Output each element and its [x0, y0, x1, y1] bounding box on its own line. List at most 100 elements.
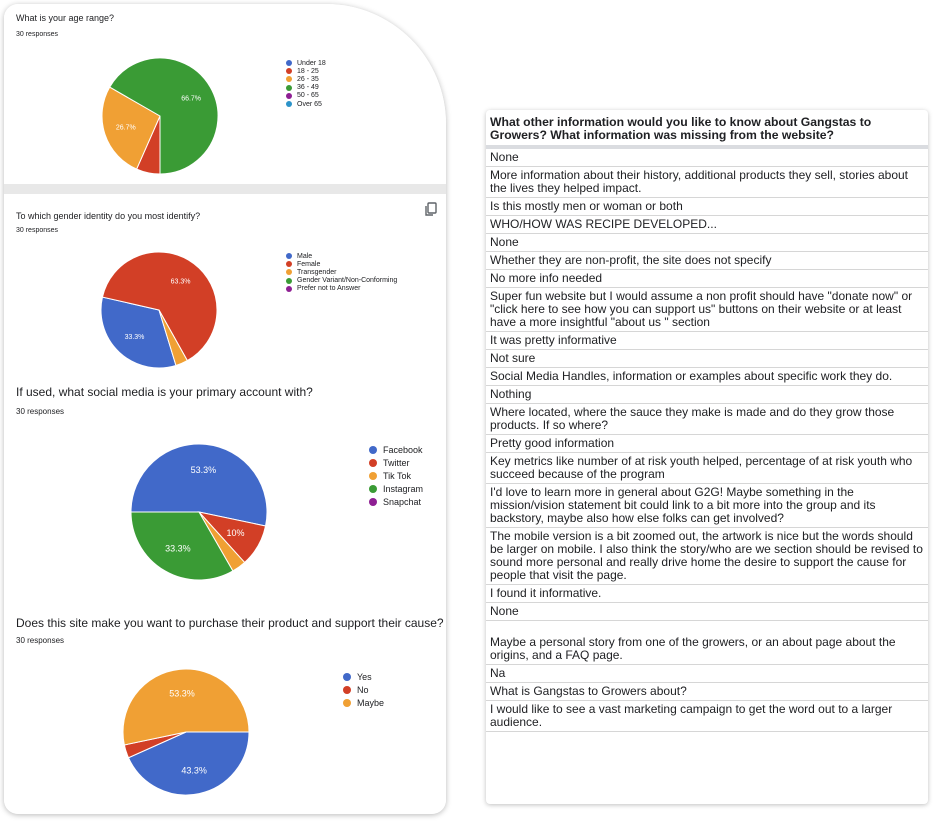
question-title: To which gender identity do you most ide… [16, 211, 201, 221]
table-row: What is Gangstas to Growers about? [486, 683, 928, 701]
legend-swatch [286, 101, 292, 108]
table-row: Not sure [486, 350, 928, 368]
table-row: It was pretty informative [486, 332, 928, 350]
legend-item: Maybe [343, 696, 384, 709]
forms-summary-panel: What is your age range? 30 responses 26.… [4, 4, 446, 814]
legend-label: Gender Variant/Non-Conforming [297, 277, 398, 285]
legend-swatch [286, 277, 292, 284]
legend-swatch [286, 76, 292, 83]
response-count: 30 responses [16, 31, 59, 38]
table-header: What other information would you like to… [486, 110, 928, 149]
table-row: Na [486, 665, 928, 683]
question-title: What is your age range? [16, 13, 115, 23]
question-title: If used, what social media is your prima… [16, 385, 313, 399]
legend-label: Prefer not to Answer [297, 285, 361, 293]
legend-label: 50 - 65 [297, 92, 319, 100]
legend-label: Tik Tok [383, 470, 412, 481]
social-media-pie-chart: 53.3% 10% 33.3% [130, 443, 268, 581]
legend-item: Male [286, 252, 397, 260]
legend-swatch [369, 471, 377, 480]
legend-item: 50 - 65 [286, 92, 326, 100]
table-row: More information about their history, ad… [486, 167, 928, 198]
pie-data-label: 33.3% [165, 544, 191, 554]
table-row: WHO/HOW WAS RECIPE DEVELOPED... [486, 216, 928, 234]
legend-swatch [369, 484, 377, 493]
purchase-intent-legend: Yes No Maybe [343, 670, 384, 709]
table-row: I'd love to learn more in general about … [486, 484, 928, 528]
table-row: No more info needed [486, 270, 928, 288]
table-row: The mobile version is a bit zoomed out, … [486, 528, 928, 585]
legend-item: Female [286, 260, 397, 268]
table-row: None [486, 603, 928, 621]
legend-swatch [369, 497, 377, 506]
legend-item: Over 65 [286, 100, 326, 108]
legend-label: Under 18 [297, 59, 326, 67]
copy-icon[interactable] [424, 202, 438, 216]
age-range-legend: Under 18 18 - 25 26 - 35 36 - 49 50 - 65 Over… [286, 59, 326, 108]
legend-label: Yes [357, 671, 372, 682]
legend-label: 36 - 49 [297, 84, 319, 92]
legend-swatch [286, 285, 292, 292]
pie-data-label: 26.7% [116, 125, 136, 132]
legend-label: Maybe [357, 697, 385, 708]
table-row: Pretty good information [486, 435, 928, 453]
question-social-media: If used, what social media is your prima… [4, 379, 446, 604]
legend-swatch [369, 445, 377, 454]
legend-item: No [343, 683, 384, 696]
pie-data-label: 43.3% [181, 765, 207, 775]
table-row: Maybe a personal story from one of the g… [486, 621, 928, 665]
legend-item: Transgender [286, 268, 397, 276]
table-row: I found it informative. [486, 585, 928, 603]
gender-identity-legend: Male Female Transgender Gender Variant/Non-… [286, 252, 397, 293]
legend-swatch [343, 672, 351, 681]
legend-label: Transgender [297, 268, 337, 276]
pie-data-label: 66.7% [181, 95, 201, 102]
table-row: Key metrics like number of at risk youth… [486, 453, 928, 484]
pie-data-label: 53.3% [169, 688, 195, 698]
table-row: Is this mostly men or woman or both [486, 198, 928, 216]
table-row: Whether they are non-profit, the site do… [486, 252, 928, 270]
legend-swatch [286, 269, 292, 276]
age-range-pie-chart: 26.7% 66.7% [101, 57, 219, 175]
legend-label: Twitter [383, 457, 410, 468]
legend-swatch [286, 92, 292, 99]
legend-swatch [286, 84, 292, 91]
table-row: Super fun website but I would assume a n… [486, 288, 928, 332]
legend-item: Twitter [369, 456, 423, 469]
pie-data-label: 63.3% [171, 279, 191, 286]
table-row: I would like to see a vast marketing cam… [486, 701, 928, 732]
pie-data-label: 53.3% [191, 465, 217, 475]
table-row: Social Media Handles, information or exa… [486, 368, 928, 386]
legend-label: Instagram [383, 483, 424, 494]
legend-item: Instagram [369, 482, 423, 495]
legend-swatch [286, 60, 292, 67]
legend-swatch [343, 698, 351, 707]
legend-item: 36 - 49 [286, 84, 326, 92]
table-row: None [486, 234, 928, 252]
legend-label: Male [297, 252, 313, 260]
question-title: Does this site make you want to purchase… [16, 616, 444, 630]
table-row: Where located, where the sauce they make… [486, 404, 928, 435]
legend-label: Over 65 [297, 100, 322, 108]
question-gender-identity: To which gender identity do you most ide… [4, 194, 446, 379]
legend-label: 26 - 35 [297, 75, 319, 83]
legend-label: Snapchat [383, 496, 422, 507]
table-row: Nothing [486, 386, 928, 404]
pie-data-label: 33.3% [125, 334, 145, 341]
social-media-legend: Facebook Twitter Tik Tok Instagram Snapchat [369, 443, 423, 508]
response-count: 30 responses [16, 636, 65, 645]
legend-item: Snapchat [369, 495, 423, 508]
legend-label: Female [297, 260, 321, 268]
responses-table: What other information would you like to… [486, 110, 928, 804]
legend-item: Prefer not to Answer [286, 285, 397, 293]
legend-swatch [286, 68, 292, 75]
section-divider [4, 184, 446, 194]
legend-swatch [286, 253, 292, 260]
legend-item: Gender Variant/Non-Conforming [286, 277, 397, 285]
legend-label: No [357, 684, 369, 695]
legend-item: 26 - 35 [286, 75, 326, 83]
legend-item: Under 18 [286, 59, 326, 67]
legend-label: Facebook [383, 444, 423, 455]
legend-swatch [343, 685, 351, 694]
legend-swatch [369, 458, 377, 467]
